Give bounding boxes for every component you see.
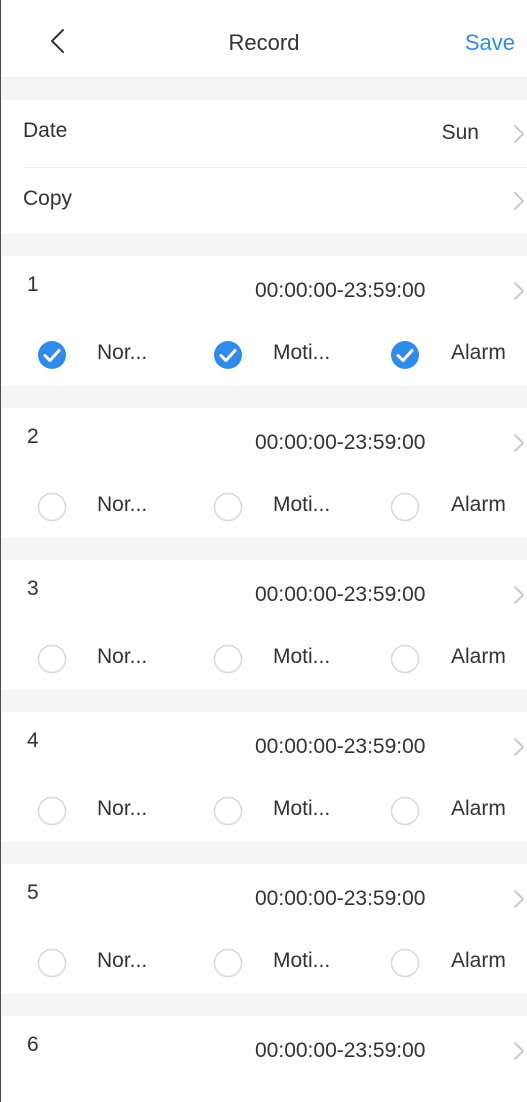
schedule-time-row[interactable]: 2 00:00:00-23:59:00	[1, 408, 527, 472]
alarm-checkbox[interactable]	[390, 644, 420, 674]
chevron-right-icon	[511, 123, 527, 145]
normal-checkbox-checked[interactable]	[37, 340, 67, 370]
motion-option-label: Moti...	[273, 949, 331, 972]
schedule-time-range: 00:00:00-23:59:00	[255, 279, 426, 302]
normal-checkbox[interactable]	[37, 492, 67, 522]
section-gap	[1, 78, 527, 100]
schedule-time-range: 00:00:00-23:59:00	[255, 1039, 426, 1062]
page-title: Record	[228, 30, 300, 55]
chevron-right-icon	[511, 888, 527, 910]
motion-checkbox[interactable]	[213, 796, 243, 826]
schedule-number: 1	[27, 273, 39, 296]
alarm-option-label: Alarm	[451, 341, 506, 364]
alarm-option-label: Alarm	[451, 645, 506, 668]
copy-row[interactable]: Copy	[1, 168, 527, 234]
alarm-option-label: Alarm	[451, 493, 506, 516]
alarm-checkbox[interactable]	[390, 492, 420, 522]
schedule-block: 6 00:00:00-23:59:00	[1, 1016, 527, 1102]
motion-checkbox-checked[interactable]	[213, 340, 243, 370]
alarm-option-label: Alarm	[451, 797, 506, 820]
schedule-time-row[interactable]: 6 00:00:00-23:59:00	[1, 1016, 527, 1080]
normal-checkbox[interactable]	[37, 644, 67, 674]
schedule-time-row[interactable]: 4 00:00:00-23:59:00	[1, 712, 527, 776]
schedule-number: 5	[27, 881, 39, 904]
schedule-block: 5 00:00:00-23:59:00 Nor... Moti... Alarm	[1, 864, 527, 994]
schedule-time-range: 00:00:00-23:59:00	[255, 735, 426, 758]
motion-option-label: Moti...	[273, 341, 331, 364]
normal-option-label: Nor...	[97, 341, 148, 364]
schedule-block: 2 00:00:00-23:59:00 Nor... Moti... Alarm	[1, 408, 527, 538]
motion-option-label: Moti...	[273, 645, 331, 668]
date-value: Sun	[441, 121, 479, 144]
chevron-right-icon	[511, 584, 527, 606]
schedule-time-range: 00:00:00-23:59:00	[255, 583, 426, 606]
save-button[interactable]: Save	[465, 30, 515, 56]
date-label: Date	[23, 119, 68, 142]
date-row[interactable]: Date Sun	[1, 100, 527, 166]
schedule-number: 6	[27, 1033, 39, 1056]
schedule-time-row[interactable]: 3 00:00:00-23:59:00	[1, 560, 527, 624]
schedule-time-row[interactable]: 1 00:00:00-23:59:00	[1, 256, 527, 320]
schedule-number: 2	[27, 425, 39, 448]
record-screen: Record Save Date Sun Copy 1 00:00:00-23:5…	[0, 0, 527, 1102]
normal-option-label: Nor...	[97, 797, 148, 820]
motion-checkbox[interactable]	[213, 492, 243, 522]
schedule-number: 4	[27, 729, 39, 752]
chevron-right-icon	[511, 190, 527, 212]
alarm-checkbox[interactable]	[390, 796, 420, 826]
section-gap	[1, 690, 527, 712]
section-gap	[1, 538, 527, 560]
chevron-right-icon	[511, 1040, 527, 1062]
section-gap	[1, 386, 527, 408]
copy-label: Copy	[23, 187, 73, 210]
normal-checkbox[interactable]	[37, 796, 67, 826]
section-gap	[1, 234, 527, 256]
schedule-block: 3 00:00:00-23:59:00 Nor... Moti... Alarm	[1, 560, 527, 690]
normal-checkbox[interactable]	[37, 948, 67, 978]
motion-option-label: Moti...	[273, 797, 331, 820]
schedule-block: 4 00:00:00-23:59:00 Nor... Moti... Alarm	[1, 712, 527, 842]
alarm-checkbox[interactable]	[390, 948, 420, 978]
alarm-checkbox-checked[interactable]	[390, 340, 420, 370]
chevron-right-icon	[511, 736, 527, 758]
chevron-right-icon	[511, 280, 527, 302]
chevron-right-icon	[511, 432, 527, 454]
top-bar: Record Save	[1, 0, 527, 78]
motion-option-label: Moti...	[273, 493, 331, 516]
normal-option-label: Nor...	[97, 949, 148, 972]
normal-option-label: Nor...	[97, 493, 148, 516]
schedule-number: 3	[27, 577, 39, 600]
motion-checkbox[interactable]	[213, 644, 243, 674]
schedule-time-range: 00:00:00-23:59:00	[255, 887, 426, 910]
motion-checkbox[interactable]	[213, 948, 243, 978]
schedule-time-range: 00:00:00-23:59:00	[255, 431, 426, 454]
normal-option-label: Nor...	[97, 645, 148, 668]
schedule-block: 1 00:00:00-23:59:00 Nor... Moti... Alarm	[1, 256, 527, 386]
alarm-option-label: Alarm	[451, 949, 506, 972]
section-gap	[1, 994, 527, 1016]
schedule-time-row[interactable]: 5 00:00:00-23:59:00	[1, 864, 527, 928]
section-gap	[1, 842, 527, 864]
